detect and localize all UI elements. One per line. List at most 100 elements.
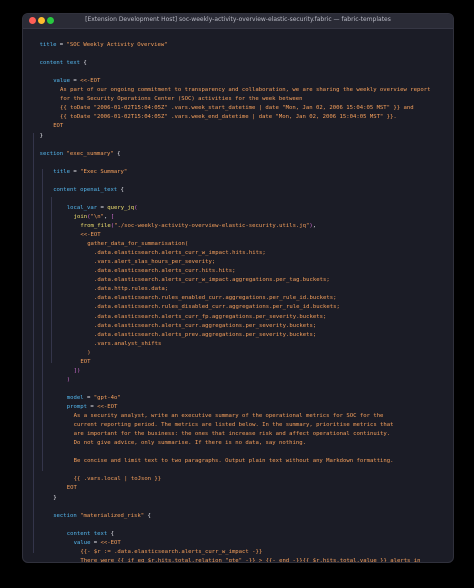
code-token: {{ .vars.local | toJson }} (73, 476, 162, 483)
code-line: .data.http.rules.data; (94, 285, 168, 294)
editor-window: [Extension Development Host] soc-weekly-… (22, 13, 454, 563)
code-line: content text { (40, 59, 87, 68)
code-token: openai_text (76, 186, 118, 193)
code-token: { (117, 186, 124, 193)
code-line: {{ toDate "2006-01-02T15:04:05Z" .vars.w… (60, 113, 397, 122)
code-line: .vars.alert_slas_hours_per_severity; (94, 258, 215, 267)
code-token: "gpt-4o" (93, 394, 121, 401)
code-line: There were {{ if eq $r.hits.total.relati… (80, 557, 421, 563)
code-line: prompt = <<-EOT (67, 403, 118, 412)
code-line: from_file("./soc-weekly-activity-overvie… (80, 222, 316, 231)
code-token: "./soc-weekly-activity-overview-elastic-… (114, 223, 310, 229)
indent-guide (51, 197, 52, 363)
code-line: EOT (80, 358, 90, 367)
code-token: title (39, 42, 57, 48)
code-line: local_var = query_jq( (67, 204, 138, 213)
code-line: ]) (74, 367, 81, 376)
code-token: section (53, 512, 77, 519)
code-line: .data.elasticsearch.alerts_prev.aggregat… (94, 331, 316, 340)
code-token: {{ toDate "2006-01-02T15:04:05Z" .vars.w… (60, 114, 397, 121)
code-token: .vars.alert_slas_hours_per_severity; (94, 259, 216, 266)
code-line: gather_data_for_summarisation( (87, 240, 188, 249)
code-token: .data.elasticsearch.alerts_prev.aggregat… (94, 331, 317, 338)
code-line: } (40, 132, 43, 141)
code-token: There were {{ if eq $r.hits.total.relati… (80, 557, 421, 563)
code-token: content (66, 530, 91, 537)
code-editor[interactable]: title = "SOC Weekly Activity Overview" co… (23, 29, 453, 562)
code-token: = (70, 168, 81, 175)
code-token: , (312, 223, 317, 229)
code-line: title = "Exec Summary" (53, 168, 127, 177)
code-token: = (83, 394, 94, 401)
code-token: ]) (73, 367, 81, 374)
code-line: EOT (53, 122, 63, 131)
code-token: "SOC Weekly Activity Overview" (66, 42, 168, 48)
code-line: } (53, 494, 56, 503)
code-token: EOT (80, 358, 91, 365)
code-line: .data.elasticsearch.rules_enabled_curr.a… (94, 294, 336, 303)
code-token: section (39, 150, 64, 157)
code-line: EOT (67, 484, 77, 493)
code-token: = (70, 78, 81, 85)
code-token: Be concise and limit text to two paragra… (73, 458, 394, 465)
code-token: from_file (80, 223, 111, 229)
code-token: .data.elasticsearch.rules_disabled_curr.… (94, 304, 340, 311)
code-token: ) (87, 349, 91, 356)
code-token: prompt (66, 404, 88, 410)
code-token: , (103, 213, 111, 220)
code-line: {{ .vars.local | toJson }} (74, 475, 162, 484)
code-token: are important for the business: the ones… (73, 431, 391, 438)
code-line: value = <<-EOT (53, 77, 100, 86)
code-token: .data.elasticsearch.alerts_curr.aggregat… (94, 322, 317, 329)
code-token: { (80, 60, 87, 67)
code-token: join (73, 213, 88, 220)
code-line: .data.elasticsearch.alerts_curr_w_impact… (94, 249, 266, 258)
code-token: .data.elasticsearch.rules_enabled_curr.a… (94, 295, 337, 302)
code-line: value = <<-EOT (74, 539, 121, 548)
code-line: {{ toDate "2006-01-02T15:04:05Z" .vars.w… (60, 104, 414, 113)
code-token: <<-EOT (80, 78, 101, 85)
code-token: = (97, 204, 108, 211)
code-token: query_jq (107, 204, 135, 211)
code-token: for the Security Operations Center (SOC)… (60, 96, 303, 103)
code-token: title (53, 168, 71, 175)
code-line: current reporting period. The metrics ar… (74, 421, 394, 430)
code-token: = (56, 42, 67, 48)
code-line: model = "gpt-4o" (67, 394, 121, 403)
code-token: { (113, 150, 121, 157)
code-token: As part of our ongoing commitment to tra… (60, 87, 431, 94)
code-token: ( (134, 204, 138, 211)
code-line: .vars.analyst_shifts (94, 340, 161, 349)
code-token: "exec_summary" (63, 150, 114, 157)
code-token: gather_data_for_summarisation( (87, 241, 189, 248)
code-token: <<-EOT (80, 232, 101, 239)
code-token: <<-EOT (100, 539, 121, 546)
code-token: text (90, 530, 108, 537)
code-token: { (107, 530, 114, 537)
code-token: .vars.analyst_shifts (94, 340, 162, 347)
code-token: = (87, 404, 98, 410)
code-line: join("\n", [ (74, 213, 114, 222)
code-line: Be concise and limit text to two paragra… (74, 457, 394, 466)
code-line: Do not give advice, only summarise. If t… (74, 439, 306, 448)
code-token: ) (66, 376, 71, 383)
code-line: .data.elasticsearch.alerts_curr_w_impact… (94, 276, 330, 285)
code-token: { (144, 512, 151, 519)
code-token: model (66, 394, 84, 401)
window-title: [Extension Development Host] soc-weekly-… (85, 16, 391, 23)
code-token: Do not give advice, only summarise. If t… (73, 440, 306, 447)
code-token: "Exec Summary" (80, 168, 128, 175)
code-line: {{- $r := .data.elasticsearch.alerts_cur… (80, 548, 262, 557)
code-token: .data.elasticsearch.alerts_curr_w_impact… (94, 250, 266, 257)
code-token: {{ toDate "2006-01-02T15:04:05Z" .vars.w… (60, 105, 414, 112)
code-token: current reporting period. The metrics ar… (73, 422, 394, 429)
code-line: section "materialized_risk" { (53, 512, 151, 521)
code-token: {{- $r := .data.elasticsearch.alerts_cur… (80, 548, 263, 555)
code-token: <<-EOT (97, 404, 118, 410)
code-token: As a security analyst, write an executiv… (73, 413, 384, 420)
code-line: .data.elasticsearch.alerts_curr.hits.hit… (94, 267, 235, 276)
code-token: [ (110, 213, 115, 220)
code-token: .data.http.rules.data; (94, 286, 169, 293)
code-line: section "exec_summary" { (40, 150, 121, 159)
code-line: As a security analyst, write an executiv… (74, 412, 384, 421)
